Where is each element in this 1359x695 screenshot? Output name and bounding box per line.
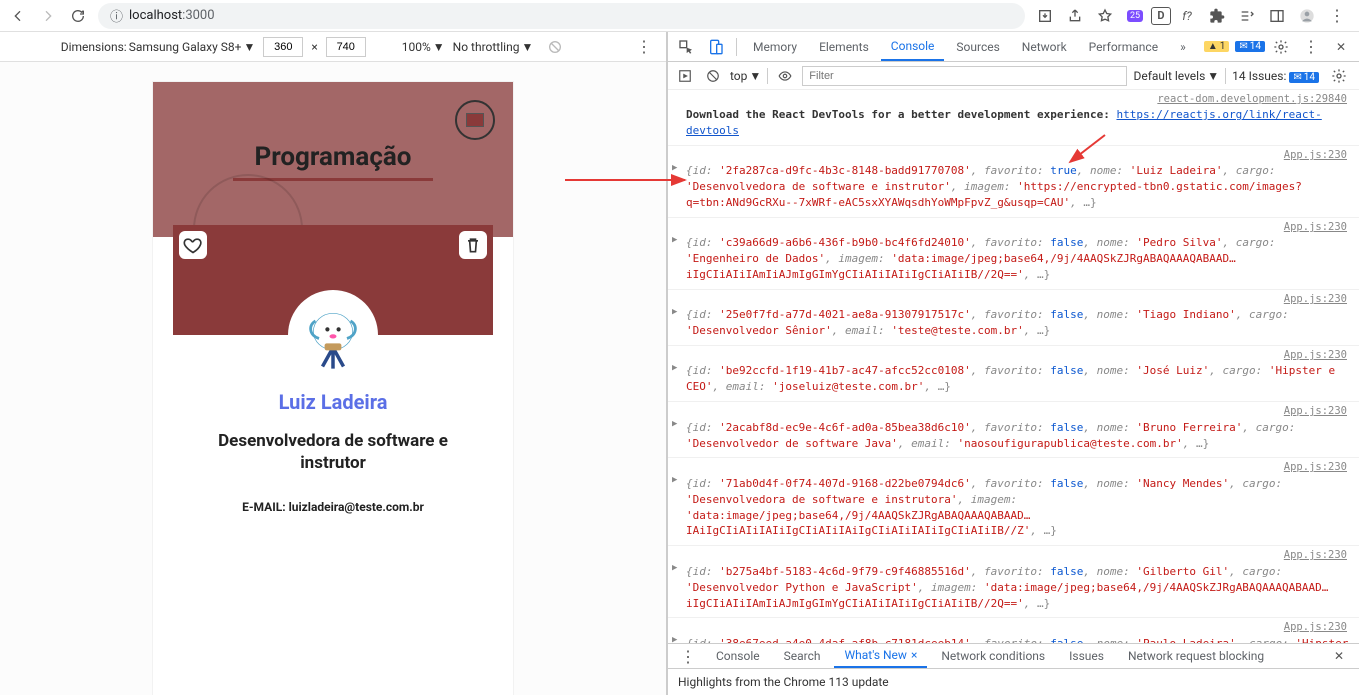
log-entry[interactable]: App.js:230▶{id: 'c39a66d9-a6b6-436f-b9b0…: [668, 218, 1359, 290]
device-menu-icon[interactable]: ⋮: [630, 33, 658, 61]
drawer-tab-console[interactable]: Console: [706, 644, 770, 668]
tab-elements[interactable]: Elements: [809, 32, 879, 61]
more-tabs-icon[interactable]: »: [1170, 32, 1196, 61]
reading-list-icon[interactable]: [1233, 2, 1261, 30]
drawer-tab-issues[interactable]: Issues: [1059, 644, 1114, 668]
device-toolbar: Dimensions: Samsung Galaxy S8+ ▼ × 100% …: [0, 32, 666, 62]
log-entry[interactable]: App.js:230▶{id: '38e67eed-a4e0-4daf-af8b…: [668, 618, 1359, 643]
tab-console[interactable]: Console: [881, 32, 945, 61]
levels-select[interactable]: Default levels ▼: [1133, 69, 1219, 83]
source-link[interactable]: react-dom.development.js:29840: [1157, 93, 1347, 105]
chevron-down-icon: ▼: [521, 40, 533, 54]
close-devtools-icon[interactable]: ✕: [1327, 33, 1355, 61]
source-link[interactable]: App.js:230: [1284, 621, 1347, 633]
reload-button[interactable]: [64, 2, 92, 30]
delete-button[interactable]: [459, 231, 487, 259]
bookmark-star-icon[interactable]: [1091, 2, 1119, 30]
url-text: localhost:3000: [129, 8, 1013, 23]
play-icon[interactable]: [674, 65, 696, 87]
dimension-times: ×: [311, 40, 317, 54]
inspect-icon[interactable]: [672, 33, 700, 61]
back-button[interactable]: [4, 2, 32, 30]
zoom-select[interactable]: 100% ▼: [402, 40, 445, 54]
source-link[interactable]: App.js:230: [1284, 221, 1347, 233]
log-entry[interactable]: App.js:230▶{id: '25e0f7fd-a77d-4021-ae8a…: [668, 290, 1359, 346]
avatar-image: [288, 290, 378, 380]
drawer-tab-network-conditions[interactable]: Network conditions: [931, 644, 1055, 668]
source-link[interactable]: App.js:230: [1284, 549, 1347, 561]
profile-avatar-icon[interactable]: [1293, 2, 1321, 30]
devtools-panel: MemoryElementsConsoleSourcesNetworkPerfo…: [667, 32, 1359, 695]
width-input[interactable]: [263, 37, 303, 57]
drawer-tab-network-request-blocking[interactable]: Network request blocking: [1118, 644, 1274, 668]
source-link[interactable]: App.js:230: [1284, 349, 1347, 361]
drawer-tab-what-s-new[interactable]: What's New ×: [834, 644, 927, 668]
device-frame: Programação: [153, 82, 513, 695]
install-icon[interactable]: [1031, 2, 1059, 30]
browser-toolbar: ⓘ localhost:3000 25 D f? ⋮: [0, 0, 1359, 32]
drawer-menu-icon[interactable]: ⋮: [674, 642, 702, 670]
context-select[interactable]: top ▼: [730, 69, 761, 83]
log-entry[interactable]: App.js:230▶{id: '71ab0d4f-0f74-407d-9168…: [668, 458, 1359, 546]
browser-menu-icon[interactable]: ⋮: [1323, 2, 1351, 30]
devtools-menu-icon[interactable]: ⋮: [1297, 33, 1325, 61]
warnings-badge[interactable]: ▲ 1: [1204, 41, 1230, 52]
clear-console-icon[interactable]: [702, 65, 724, 87]
section-title: Programação: [153, 142, 513, 172]
log-entry[interactable]: App.js:230▶{id: 'be92ccfd-1f19-41b7-ac47…: [668, 346, 1359, 402]
drawer-tab-search[interactable]: Search: [774, 644, 831, 668]
favorite-button[interactable]: [179, 231, 207, 259]
issues-link[interactable]: 14 Issues: ✉ 14: [1232, 69, 1319, 83]
source-link[interactable]: App.js:230: [1284, 293, 1347, 305]
tab-performance[interactable]: Performance: [1079, 32, 1168, 61]
private-toggle[interactable]: [455, 100, 495, 140]
browser-actions: 25 D f? ⋮: [1031, 2, 1355, 30]
eye-icon[interactable]: [774, 65, 796, 87]
chevron-down-icon: ▼: [433, 40, 445, 54]
dimensions-select[interactable]: Dimensions: Samsung Galaxy S8+ ▼: [61, 40, 256, 54]
url-bar[interactable]: ⓘ localhost:3000: [98, 3, 1025, 29]
source-link[interactable]: App.js:230: [1284, 461, 1347, 473]
ext-d-icon[interactable]: D: [1151, 7, 1171, 25]
log-text: Download the React DevTools for a better…: [686, 108, 1110, 121]
device-mode-icon[interactable]: [702, 33, 730, 61]
drawer-content: Highlights from the Chrome 113 update: [668, 669, 1359, 695]
throttle-select[interactable]: No throttling ▼: [453, 40, 534, 54]
log-entry[interactable]: App.js:230▶{id: '2acabf8d-ec9e-4c6f-ad0a…: [668, 402, 1359, 458]
console-settings-icon[interactable]: [1325, 62, 1353, 90]
ext-f-icon[interactable]: f?: [1173, 2, 1201, 30]
log-entry[interactable]: App.js:230▶{id: '2fa287ca-d9fc-4b3c-8148…: [668, 146, 1359, 218]
chevron-down-icon: ▼: [243, 40, 255, 54]
drawer-close-icon[interactable]: ✕: [1325, 642, 1353, 670]
source-link[interactable]: App.js:230: [1284, 149, 1347, 161]
card-email: E-MAIL: luizladeira@teste.com.br: [191, 500, 475, 514]
share-icon[interactable]: [1061, 2, 1089, 30]
card-role: Desenvolvedora de software e instrutor: [191, 430, 475, 474]
person-card: Luiz Ladeira Desenvolvedora de software …: [173, 225, 493, 538]
rotate-icon[interactable]: [541, 33, 569, 61]
info-icon: ⓘ: [110, 6, 123, 25]
filter-input[interactable]: [802, 66, 1127, 86]
tab-memory[interactable]: Memory: [743, 32, 807, 61]
log-entry[interactable]: react-dom.development.js:29840 Download …: [668, 90, 1359, 146]
messages-badge[interactable]: ✉ 14: [1235, 41, 1265, 52]
tab-network[interactable]: Network: [1012, 32, 1077, 61]
sidepanel-icon[interactable]: [1263, 2, 1291, 30]
height-input[interactable]: [326, 37, 366, 57]
tab-sources[interactable]: Sources: [946, 32, 1009, 61]
ext-framer-icon[interactable]: 25: [1121, 2, 1149, 30]
source-link[interactable]: App.js:230: [1284, 405, 1347, 417]
extensions-puzzle-icon[interactable]: [1203, 2, 1231, 30]
card-name: Luiz Ladeira: [191, 390, 475, 414]
log-entry[interactable]: App.js:230▶{id: 'b275a4bf-5183-4c6d-9f79…: [668, 546, 1359, 618]
forward-button[interactable]: [34, 2, 62, 30]
gear-icon[interactable]: [1267, 33, 1295, 61]
